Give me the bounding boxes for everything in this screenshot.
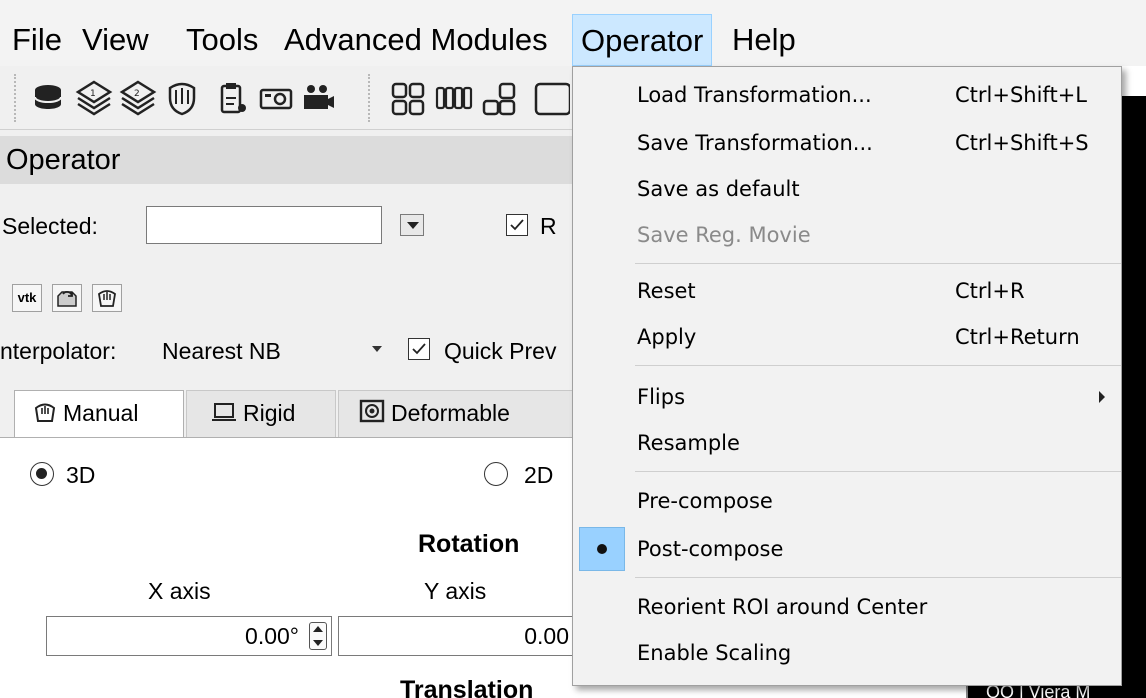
quick-preview-checkbox[interactable] — [408, 338, 430, 360]
operator-panel-header: Operator — [0, 136, 580, 184]
radio-3d-label: 3D — [66, 462, 96, 488]
menu-item-flips[interactable]: Flips — [573, 373, 1121, 421]
quick-preview-label: Quick Prev — [444, 338, 557, 364]
menu-item-shortcut: Ctrl+Shift+L — [955, 83, 1087, 107]
svg-text:1: 1 — [90, 89, 96, 99]
selected-dropdown-button[interactable] — [400, 214, 424, 236]
menu-file[interactable]: File — [12, 14, 62, 66]
menu-item-label: Reorient ROI around Center — [637, 595, 928, 619]
menu-item-label: Apply — [637, 325, 697, 349]
layer-2-icon[interactable]: 2 — [118, 76, 158, 120]
deformable-icon — [359, 393, 385, 437]
menu-bar: File View Tools Advanced Modules Operato… — [0, 0, 1146, 66]
grid-2x2-icon[interactable] — [388, 76, 428, 120]
menu-separator — [635, 365, 1121, 366]
rotation-title: Rotation — [418, 530, 520, 558]
menu-separator — [635, 263, 1121, 264]
submenu-arrow-icon — [1099, 391, 1105, 403]
shield-hand-icon[interactable] — [162, 76, 202, 120]
reload-button[interactable] — [52, 284, 82, 312]
camera-icon[interactable] — [256, 76, 296, 120]
menu-item-apply[interactable]: Apply Ctrl+Return — [573, 313, 1121, 361]
menu-item-label: Resample — [637, 431, 740, 455]
svg-text:2: 2 — [134, 89, 140, 99]
radio-2d[interactable] — [484, 462, 508, 486]
menu-item-label: Save Transformation... — [637, 131, 873, 155]
menu-item-label: Enable Scaling — [637, 641, 792, 665]
menu-item-save-as-default[interactable]: Save as default — [573, 165, 1121, 213]
x-rotation-value: 0.00° — [245, 623, 299, 649]
radio-3d[interactable] — [30, 462, 54, 486]
menu-advanced-modules[interactable]: Advanced Modules — [284, 14, 548, 66]
laptop-icon — [211, 393, 237, 437]
translation-title: Translation — [400, 676, 534, 698]
menu-separator — [635, 471, 1121, 472]
tab-rigid[interactable]: Rigid — [186, 390, 336, 438]
interpolator-select[interactable]: Nearest NB — [162, 338, 281, 365]
r-checkbox-label: R — [540, 213, 557, 239]
menu-item-post-compose[interactable]: Post-compose — [573, 525, 1121, 573]
menu-help[interactable]: Help — [732, 14, 796, 66]
tab-deformable-label: Deformable — [391, 400, 510, 426]
toolbar: 1 2 — [0, 66, 580, 130]
layer-1-icon[interactable]: 1 — [74, 76, 114, 120]
video-camera-icon[interactable] — [298, 76, 338, 120]
r-checkbox[interactable] — [506, 214, 528, 236]
y-axis-label: Y axis — [424, 578, 487, 604]
toolbar-grip[interactable] — [14, 74, 18, 122]
hand-icon — [98, 290, 116, 307]
tab-rigid-label: Rigid — [243, 400, 296, 426]
clipboard-icon[interactable] — [212, 76, 252, 120]
tab-manual[interactable]: Manual — [14, 390, 184, 440]
menu-item-save-reg-movie: Save Reg. Movie — [573, 211, 1121, 259]
radio-2d-label: 2D — [524, 462, 554, 488]
menu-item-label: Post-compose — [637, 537, 784, 561]
menu-operator[interactable]: Operator — [572, 14, 713, 66]
menu-item-label: Load Transformation... — [637, 83, 872, 107]
toolbar-grip-2[interactable] — [368, 74, 372, 122]
selected-label: Selected: — [2, 213, 98, 239]
selected-input[interactable] — [146, 206, 382, 244]
tab-manual-label: Manual — [63, 400, 139, 426]
hand-icon — [33, 393, 57, 437]
menu-item-label: Save as default — [637, 177, 800, 201]
manual-tab-content: 3D 2D Rotation X axis Y axis 0.00° 0.00 … — [0, 437, 580, 698]
layout-1-2-icon[interactable] — [480, 76, 520, 120]
menu-item-label: Pre-compose — [637, 489, 773, 513]
menu-item-shortcut: Ctrl+Shift+S — [955, 131, 1089, 155]
y-rotation-spinbox[interactable]: 0.00 — [338, 616, 580, 656]
operator-menu: Load Transformation... Ctrl+Shift+L Save… — [572, 66, 1122, 686]
menu-tools[interactable]: Tools — [186, 14, 258, 66]
interpolator-label: nterpolator: — [0, 338, 117, 364]
menu-item-reset[interactable]: Reset Ctrl+R — [573, 267, 1121, 315]
menu-item-load-transformation[interactable]: Load Transformation... Ctrl+Shift+L — [573, 71, 1121, 119]
layout-single-icon[interactable] — [530, 76, 570, 120]
panel-title: Operator — [6, 144, 121, 176]
menu-item-save-transformation[interactable]: Save Transformation... Ctrl+Shift+S — [573, 119, 1121, 167]
radio-dot-icon — [579, 527, 625, 571]
y-rotation-value: 0.00 — [524, 623, 569, 649]
database-icon[interactable] — [28, 76, 68, 120]
menu-item-resample[interactable]: Resample — [573, 419, 1121, 467]
vtk-button[interactable]: vtk — [12, 284, 42, 312]
x-rotation-stepper[interactable] — [309, 622, 327, 650]
interpolator-chevron-down-icon[interactable] — [372, 346, 382, 352]
reload-icon — [57, 291, 77, 307]
menu-item-label: Reset — [637, 279, 696, 303]
menu-item-shortcut: Ctrl+R — [955, 279, 1025, 303]
x-rotation-spinbox[interactable]: 0.00° — [46, 616, 332, 656]
menu-view[interactable]: View — [82, 14, 149, 66]
grid-4x1-icon[interactable] — [434, 76, 474, 120]
menu-item-reorient-roi[interactable]: Reorient ROI around Center — [573, 583, 1121, 631]
menu-item-enable-scaling[interactable]: Enable Scaling — [573, 629, 1121, 677]
menu-separator — [635, 577, 1121, 578]
x-axis-label: X axis — [148, 578, 211, 604]
menu-item-label: Save Reg. Movie — [637, 223, 811, 247]
tab-deformable[interactable]: Deformable — [338, 390, 574, 438]
menu-item-label: Flips — [637, 385, 686, 409]
hand-tool-button[interactable] — [92, 284, 122, 312]
menu-item-shortcut: Ctrl+Return — [955, 325, 1080, 349]
menu-item-pre-compose[interactable]: Pre-compose — [573, 477, 1121, 525]
